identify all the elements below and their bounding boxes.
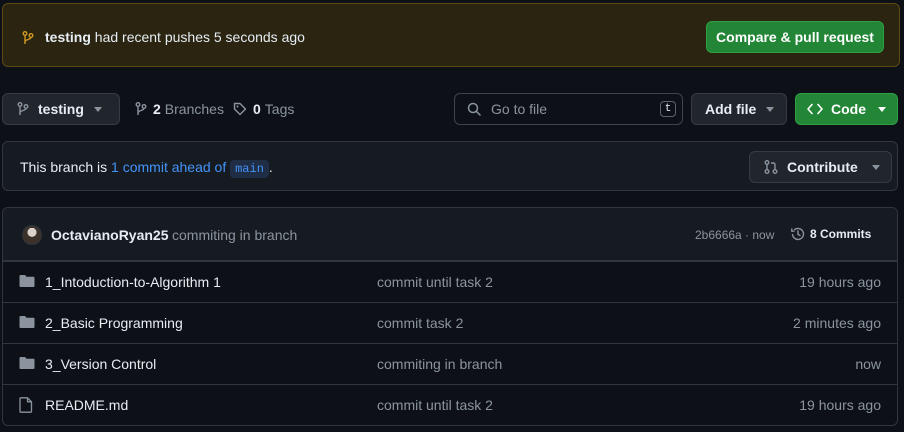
commits-count-label: 8 Commits (810, 227, 872, 241)
branches-label: Branches (164, 101, 224, 117)
table-row[interactable]: README.md commit until task 2 19 hours a… (3, 384, 897, 425)
pushed-branch-name[interactable]: testing (45, 29, 91, 45)
tags-label: Tags (264, 101, 295, 117)
compare-pull-request-button[interactable]: Compare & pull request (706, 21, 884, 53)
tags-count: 0 (253, 101, 261, 117)
chevron-down-icon (871, 164, 880, 170)
folder-icon (19, 274, 35, 288)
ahead-prefix: This branch is (20, 159, 108, 175)
keyboard-shortcut-hint: t (660, 101, 676, 117)
table-row[interactable]: 3_Version Control commiting in branch no… (3, 343, 897, 384)
branch-ahead-notice: This branch is 1 commit ahead of main. C… (2, 141, 898, 191)
code-icon (807, 103, 823, 115)
file-commit-time: 2 minutes ago (793, 315, 881, 331)
tags-link[interactable]: 0 Tags (233, 101, 294, 117)
folder-icon (19, 356, 35, 370)
file-icon (19, 397, 33, 413)
file-table: OctavianoRyan25 commiting in branch 2b66… (2, 207, 898, 426)
contribute-button[interactable]: Contribute (749, 151, 892, 183)
latest-commit-message[interactable]: commiting in branch (172, 227, 297, 243)
contribute-label: Contribute (787, 159, 858, 175)
folder-icon (19, 315, 35, 329)
table-row[interactable]: 1_Intoduction-to-Algorithm 1 commit unti… (3, 261, 897, 302)
git-branch-icon (17, 102, 29, 116)
file-name-link[interactable]: 1_Intoduction-to-Algorithm 1 (45, 274, 221, 290)
commit-hash-time[interactable]: 2b6666a · now (695, 228, 774, 242)
file-commit-message[interactable]: commit task 2 (377, 315, 463, 331)
git-branch-icon (22, 31, 34, 45)
file-commit-time: 19 hours ago (799, 274, 881, 290)
code-label: Code (831, 101, 866, 117)
file-name-link[interactable]: 3_Version Control (45, 356, 156, 372)
add-file-button[interactable]: Add file (691, 93, 787, 125)
file-commit-message[interactable]: commit until task 2 (377, 274, 493, 290)
recent-push-text: testing had recent pushes 5 seconds ago (45, 29, 305, 45)
commits-history-link[interactable]: 8 Commits (790, 226, 871, 242)
chevron-down-icon (93, 106, 102, 112)
base-branch-badge[interactable]: main (230, 160, 269, 178)
file-commit-message[interactable]: commiting in branch (377, 356, 502, 372)
add-file-label: Add file (705, 101, 757, 117)
git-pull-request-icon (764, 160, 778, 174)
table-row[interactable]: 2_Basic Programming commit task 2 2 minu… (3, 302, 897, 343)
git-branch-icon (135, 102, 147, 116)
go-to-file-input[interactable] (489, 100, 643, 118)
file-commit-time: 19 hours ago (799, 397, 881, 413)
file-commit-time: now (855, 356, 881, 372)
file-commit-message[interactable]: commit until task 2 (377, 397, 493, 413)
chevron-down-icon (878, 106, 886, 112)
branches-link[interactable]: 2 Branches (135, 101, 224, 117)
branch-select-button[interactable]: testing (2, 93, 120, 125)
branch-ahead-text: This branch is 1 commit ahead of main. (20, 159, 273, 178)
push-message: had recent pushes 5 seconds ago (94, 29, 305, 45)
chevron-down-icon (766, 106, 775, 112)
recent-push-banner: testing had recent pushes 5 seconds ago … (2, 3, 900, 67)
branch-select-label: testing (38, 101, 84, 117)
search-icon (467, 102, 481, 116)
history-icon (790, 226, 806, 242)
latest-commit-row: OctavianoRyan25 commiting in branch 2b66… (3, 208, 897, 261)
avatar[interactable] (22, 225, 42, 245)
code-button[interactable]: Code (795, 93, 898, 125)
file-name-link[interactable]: 2_Basic Programming (45, 315, 183, 331)
ahead-commits-link[interactable]: 1 commit ahead of (111, 159, 226, 175)
file-name-link[interactable]: README.md (45, 397, 128, 413)
ahead-suffix: . (268, 159, 273, 175)
tag-icon (233, 102, 247, 116)
commit-author[interactable]: OctavianoRyan25 (51, 227, 169, 243)
go-to-file-search[interactable]: t (454, 93, 683, 125)
branches-count: 2 (153, 101, 161, 117)
